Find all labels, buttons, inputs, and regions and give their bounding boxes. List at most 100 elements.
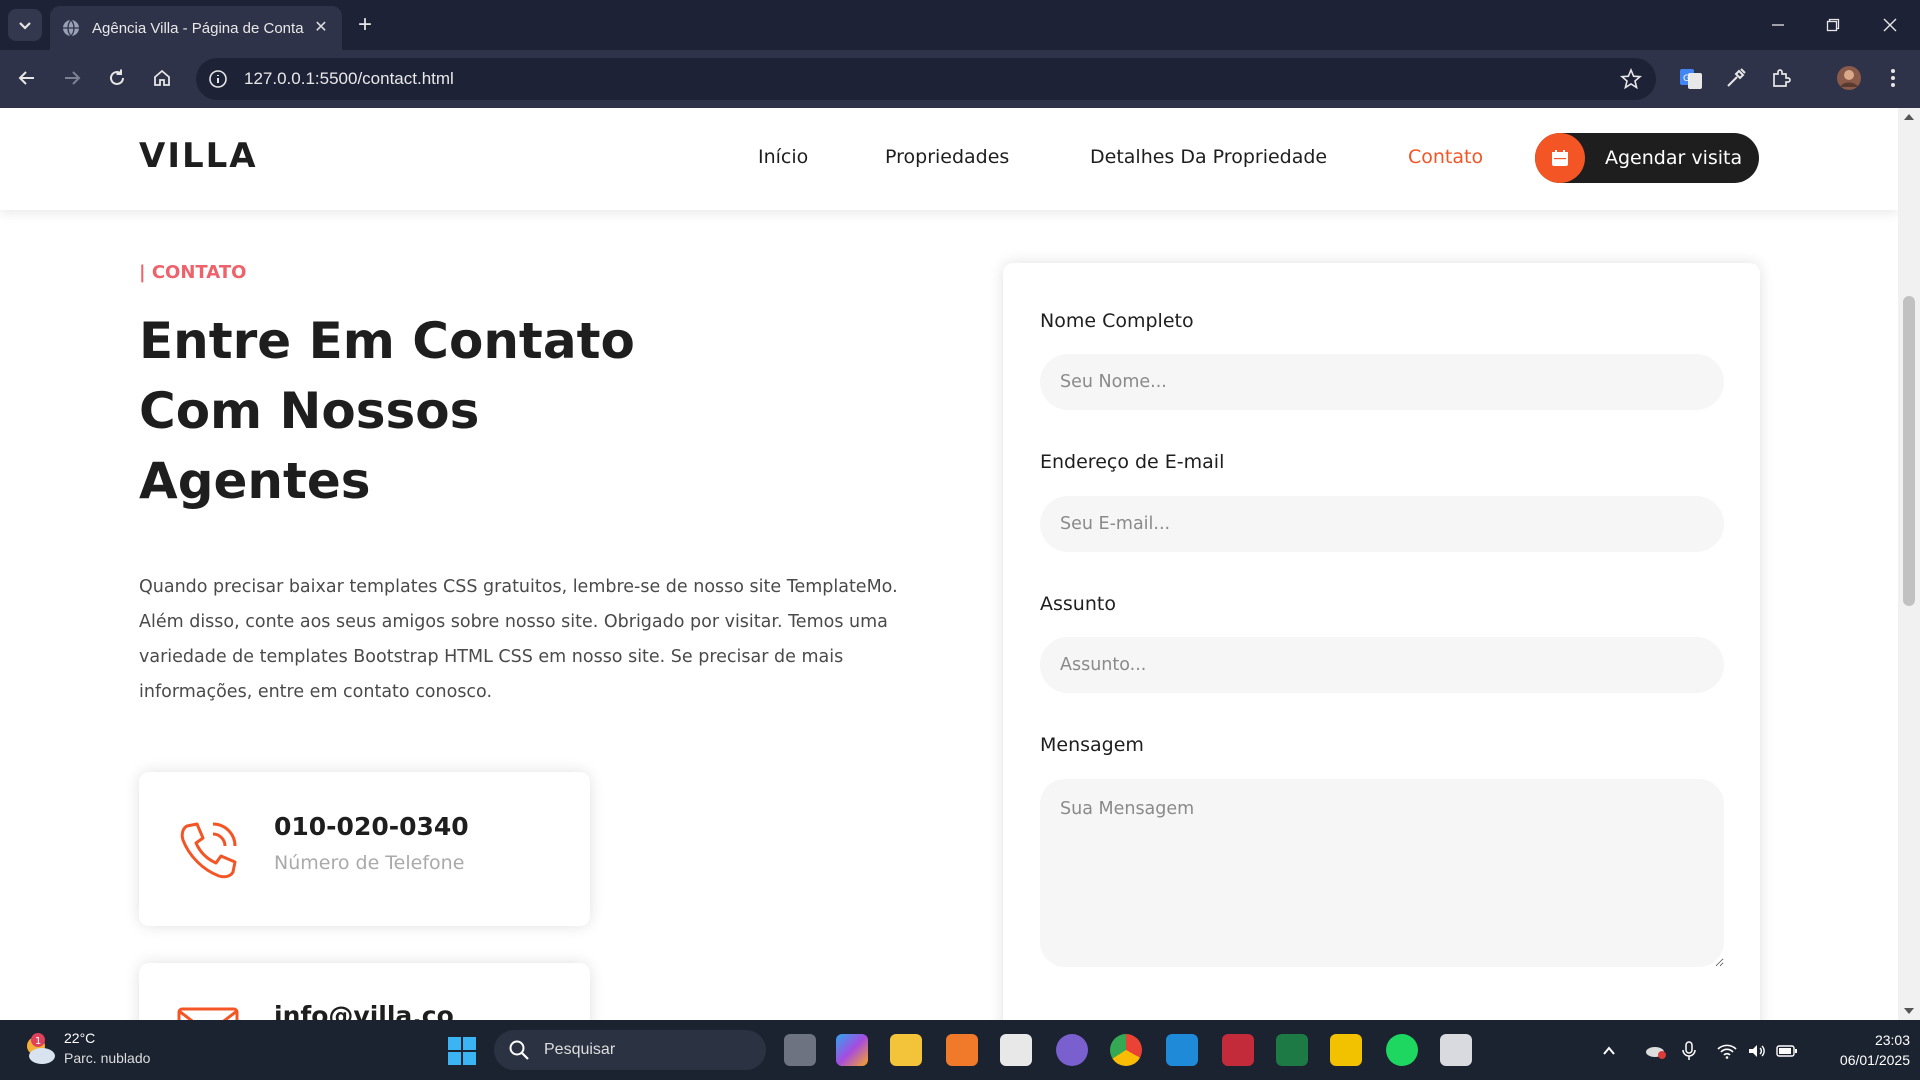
windows-start-icon[interactable] <box>447 1036 477 1066</box>
email-input[interactable] <box>1040 496 1724 552</box>
weather-desc: Parc. nublado <box>64 1050 151 1066</box>
section-eyebrow: | CONTATO <box>139 262 247 283</box>
minimize-icon <box>1772 24 1784 26</box>
restore-icon <box>1826 18 1840 32</box>
tab-title: Agência Villa - Página de Conta <box>92 19 304 37</box>
scroll-down-arrow[interactable] <box>1904 1008 1914 1014</box>
nav-detalhes[interactable]: Detalhes Da Propriedade <box>1090 146 1327 168</box>
back-button[interactable] <box>11 62 43 94</box>
google-translate-icon: G <box>1680 69 1702 89</box>
close-icon <box>1883 18 1897 32</box>
nav-contato[interactable]: Contato <box>1408 146 1483 168</box>
schedule-visit-button[interactable]: Agendar visita <box>1535 133 1759 183</box>
chevron-down-icon <box>19 22 31 30</box>
email-value: info@villa.co <box>274 1001 454 1020</box>
calendar-icon-badge <box>1535 133 1585 183</box>
chrome-icon[interactable] <box>1110 1034 1142 1066</box>
mail-icon <box>177 1007 239 1020</box>
page-viewport: VILLA Início Propriedades Detalhes Da Pr… <box>0 108 1898 1020</box>
translate-extension-button[interactable]: G <box>1676 63 1706 93</box>
microsoft-store-icon[interactable] <box>1000 1034 1032 1066</box>
restore-button[interactable] <box>1813 10 1853 40</box>
taskbar-search[interactable]: Pesquisar <box>494 1030 766 1070</box>
address-bar[interactable]: 127.0.0.1:5500/contact.html <box>196 58 1656 100</box>
microphone-tray[interactable] <box>1678 1040 1700 1062</box>
clock-date: 06/01/2025 <box>1839 1052 1910 1068</box>
snipping-tool-icon[interactable] <box>1440 1034 1472 1066</box>
avatar-icon <box>1837 66 1861 90</box>
eyedropper-extension-button[interactable] <box>1721 63 1751 93</box>
site-logo[interactable]: VILLA <box>139 136 258 176</box>
extensions-button[interactable] <box>1766 63 1796 93</box>
eyedropper-icon <box>1727 68 1746 87</box>
message-textarea[interactable] <box>1040 779 1724 967</box>
site-info-icon[interactable] <box>208 69 228 89</box>
headline-line: Com Nossos <box>139 382 480 440</box>
chevron-up-icon <box>1603 1046 1615 1055</box>
power-bi-icon[interactable] <box>1330 1034 1362 1066</box>
kebab-menu-icon <box>1891 69 1895 87</box>
minimize-button[interactable] <box>1758 10 1798 40</box>
tray-overflow-chevron[interactable] <box>1598 1040 1620 1062</box>
globe-icon <box>63 19 79 37</box>
bookmark-star-icon[interactable] <box>1620 68 1642 90</box>
nav-propriedades[interactable]: Propriedades <box>885 146 1009 168</box>
search-placeholder: Pesquisar <box>544 1041 616 1058</box>
spotify-icon[interactable] <box>1386 1034 1418 1066</box>
arrow-right-icon <box>65 71 81 85</box>
url-text: 127.0.0.1:5500/contact.html <box>244 69 454 88</box>
close-tab-icon[interactable]: ✕ <box>312 19 330 37</box>
wifi-tray[interactable] <box>1716 1040 1738 1062</box>
weather-widget[interactable]: 1 22°C Parc. nublado <box>22 1030 172 1070</box>
forward-button[interactable] <box>56 62 88 94</box>
puzzle-icon <box>1773 69 1791 87</box>
system-clock[interactable]: 23:03 06/01/2025 <box>1810 1030 1910 1070</box>
subject-input[interactable] <box>1040 637 1724 693</box>
arrow-left-icon <box>18 71 34 85</box>
home-icon <box>154 69 170 86</box>
task-view-icon[interactable] <box>784 1034 816 1066</box>
scrollbar-thumb[interactable] <box>1903 296 1915 606</box>
profile-avatar[interactable] <box>1834 63 1864 93</box>
reload-icon <box>110 69 124 85</box>
xampp-icon[interactable] <box>946 1034 978 1066</box>
page-scrollbar[interactable] <box>1898 108 1920 1020</box>
onedrive-error-icon <box>1646 1047 1666 1059</box>
search-icon <box>509 1040 529 1060</box>
home-button[interactable] <box>146 62 178 94</box>
phone-value: 010-020-0340 <box>274 812 469 841</box>
weather-temp: 22°C <box>64 1030 96 1046</box>
email-card: info@villa.co <box>139 963 590 1020</box>
volume-tray[interactable] <box>1746 1040 1768 1062</box>
excel-icon[interactable] <box>1276 1034 1308 1066</box>
headline-line: Entre Em Contato <box>139 312 635 370</box>
name-label: Nome Completo <box>1040 310 1194 332</box>
copilot-icon[interactable] <box>836 1034 868 1066</box>
vscode-icon[interactable] <box>1166 1034 1198 1066</box>
screen-recorder-icon[interactable] <box>1222 1034 1254 1066</box>
github-desktop-icon[interactable] <box>1056 1034 1088 1066</box>
site-header: VILLA Início Propriedades Detalhes Da Pr… <box>0 108 1898 210</box>
file-explorer-icon[interactable] <box>890 1034 922 1066</box>
subject-label: Assunto <box>1040 593 1116 615</box>
clock-time: 23:03 <box>1874 1032 1910 1048</box>
weather-cloud-icon: 1 <box>27 1033 55 1064</box>
name-input[interactable] <box>1040 354 1724 410</box>
battery-tray[interactable] <box>1776 1040 1798 1062</box>
section-paragraph: Quando precisar baixar templates CSS gra… <box>139 577 898 702</box>
scroll-up-arrow[interactable] <box>1904 114 1914 120</box>
svg-text:G: G <box>1683 74 1690 84</box>
reload-button[interactable] <box>101 62 133 94</box>
close-window-button[interactable] <box>1870 10 1910 40</box>
email-label: Endereço de E-mail <box>1040 451 1225 473</box>
browser-menu-button[interactable] <box>1878 63 1908 93</box>
browser-tab[interactable]: Agência Villa - Página de Conta ✕ <box>50 6 342 50</box>
contact-form: Nome Completo Endereço de E-mail Assunto… <box>1003 263 1760 1020</box>
tab-search-button[interactable] <box>8 9 42 41</box>
browser-tab-bar: Agência Villa - Página de Conta ✕ + <box>0 0 1920 50</box>
onedrive-tray[interactable] <box>1645 1040 1667 1062</box>
section-headline: Entre Em Contato Com Nossos Agentes <box>139 306 659 516</box>
battery-icon <box>1776 1045 1797 1057</box>
new-tab-button[interactable]: + <box>352 12 378 38</box>
nav-inicio[interactable]: Início <box>758 146 808 168</box>
